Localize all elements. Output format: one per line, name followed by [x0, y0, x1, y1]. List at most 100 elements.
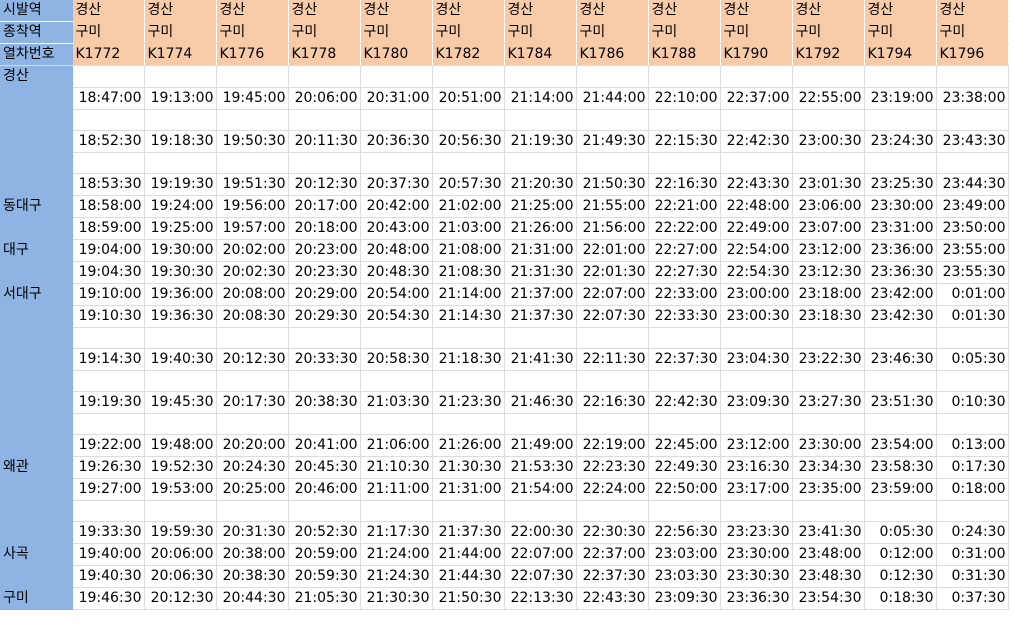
time-cell[interactable]: 19:18:30	[144, 130, 217, 153]
time-cell[interactable]	[576, 500, 649, 522]
time-cell[interactable]	[792, 327, 865, 349]
time-cell[interactable]: 23:59:00	[864, 478, 937, 501]
time-cell[interactable]	[216, 65, 289, 88]
time-cell[interactable]: 23:35:00	[792, 478, 865, 501]
station-label[interactable]	[0, 173, 73, 196]
header-cell[interactable]: 경산	[504, 0, 577, 22]
time-cell[interactable]: 22:15:30	[648, 130, 721, 153]
time-cell[interactable]: 19:52:30	[144, 456, 217, 479]
time-cell[interactable]: 22:24:00	[576, 478, 649, 501]
time-cell[interactable]: 22:27:30	[648, 261, 721, 284]
station-label[interactable]	[0, 370, 73, 392]
time-cell[interactable]: 21:54:00	[504, 478, 577, 501]
time-cell[interactable]: 21:17:30	[360, 521, 433, 544]
time-cell[interactable]	[576, 109, 649, 131]
time-cell[interactable]	[504, 109, 577, 131]
time-cell[interactable]	[72, 413, 145, 435]
time-cell[interactable]: 22:07:30	[504, 565, 577, 588]
time-cell[interactable]: 0:12:30	[864, 565, 937, 588]
station-label[interactable]	[0, 391, 73, 414]
time-cell[interactable]	[648, 109, 721, 131]
station-label[interactable]	[0, 500, 73, 522]
time-cell[interactable]: 23:12:30	[792, 261, 865, 284]
time-cell[interactable]: 23:44:30	[936, 173, 1009, 196]
time-cell[interactable]: 19:46:30	[72, 587, 145, 610]
station-label[interactable]	[0, 261, 73, 284]
time-cell[interactable]: 20:11:30	[288, 130, 361, 153]
time-cell[interactable]: 20:36:30	[360, 130, 433, 153]
time-cell[interactable]: 18:47:00	[72, 87, 145, 110]
time-cell[interactable]: 20:02:30	[216, 261, 289, 284]
time-cell[interactable]: 23:42:30	[864, 305, 937, 328]
time-cell[interactable]: 0:31:30	[936, 565, 1009, 588]
time-cell[interactable]: 20:41:00	[288, 434, 361, 457]
time-cell[interactable]: 20:08:30	[216, 305, 289, 328]
time-cell[interactable]	[360, 109, 433, 131]
time-cell[interactable]	[72, 370, 145, 392]
time-cell[interactable]: 20:17:30	[216, 391, 289, 414]
time-cell[interactable]	[864, 370, 937, 392]
time-cell[interactable]	[288, 109, 361, 131]
header-cell[interactable]: 경산	[936, 0, 1009, 22]
time-cell[interactable]	[792, 500, 865, 522]
time-cell[interactable]: 21:14:30	[432, 305, 505, 328]
station-label[interactable]	[0, 434, 73, 457]
time-cell[interactable]: 19:27:00	[72, 478, 145, 501]
header-cell[interactable]: K1776	[216, 43, 289, 66]
time-cell[interactable]: 22:07:30	[576, 305, 649, 328]
time-cell[interactable]	[576, 370, 649, 392]
time-cell[interactable]: 22:10:00	[648, 87, 721, 110]
time-cell[interactable]: 23:04:30	[720, 348, 793, 371]
time-cell[interactable]: 23:36:30	[720, 587, 793, 610]
station-label[interactable]	[0, 130, 73, 153]
time-cell[interactable]	[792, 370, 865, 392]
time-cell[interactable]: 23:43:30	[936, 130, 1009, 153]
time-cell[interactable]: 21:56:00	[576, 217, 649, 240]
time-cell[interactable]	[288, 370, 361, 392]
time-cell[interactable]: 23:18:30	[792, 305, 865, 328]
time-cell[interactable]: 0:12:00	[864, 543, 937, 566]
time-cell[interactable]	[792, 109, 865, 131]
time-cell[interactable]: 21:10:30	[360, 456, 433, 479]
time-cell[interactable]	[432, 109, 505, 131]
time-cell[interactable]: 23:00:30	[792, 130, 865, 153]
time-cell[interactable]: 21:31:00	[432, 478, 505, 501]
time-cell[interactable]: 19:24:00	[144, 195, 217, 218]
time-cell[interactable]: 22:56:30	[648, 521, 721, 544]
time-cell[interactable]: 22:07:00	[576, 283, 649, 306]
time-cell[interactable]	[288, 413, 361, 435]
time-cell[interactable]	[936, 413, 1009, 435]
header-cell[interactable]: 경산	[720, 0, 793, 22]
time-cell[interactable]: 21:37:00	[504, 283, 577, 306]
time-cell[interactable]: 21:37:30	[432, 521, 505, 544]
time-cell[interactable]: 19:19:30	[72, 391, 145, 414]
header-cell[interactable]: 경산	[432, 0, 505, 22]
time-cell[interactable]: 23:30:00	[864, 195, 937, 218]
header-row-label[interactable]: 열차번호	[0, 43, 73, 66]
time-cell[interactable]: 20:18:00	[288, 217, 361, 240]
header-cell[interactable]: K1774	[144, 43, 217, 66]
time-cell[interactable]: 20:08:00	[216, 283, 289, 306]
time-cell[interactable]: 19:04:30	[72, 261, 145, 284]
time-cell[interactable]: 21:03:00	[432, 217, 505, 240]
time-cell[interactable]: 23:46:30	[864, 348, 937, 371]
time-cell[interactable]	[864, 152, 937, 174]
time-cell[interactable]: 20:59:30	[288, 565, 361, 588]
header-cell[interactable]: 경산	[360, 0, 433, 22]
header-cell[interactable]: 경산	[576, 0, 649, 22]
time-cell[interactable]: 23:36:30	[864, 261, 937, 284]
header-cell[interactable]: K1772	[72, 43, 145, 66]
time-cell[interactable]	[432, 413, 505, 435]
time-cell[interactable]: 21:37:30	[504, 305, 577, 328]
time-cell[interactable]: 0:31:00	[936, 543, 1009, 566]
time-cell[interactable]	[720, 327, 793, 349]
time-cell[interactable]: 20:58:30	[360, 348, 433, 371]
time-cell[interactable]: 20:45:30	[288, 456, 361, 479]
time-cell[interactable]: 20:02:00	[216, 239, 289, 262]
time-cell[interactable]: 20:31:30	[216, 521, 289, 544]
time-cell[interactable]	[720, 413, 793, 435]
time-cell[interactable]: 20:54:00	[360, 283, 433, 306]
time-cell[interactable]	[288, 327, 361, 349]
time-cell[interactable]: 19:40:30	[72, 565, 145, 588]
time-cell[interactable]: 21:02:00	[432, 195, 505, 218]
